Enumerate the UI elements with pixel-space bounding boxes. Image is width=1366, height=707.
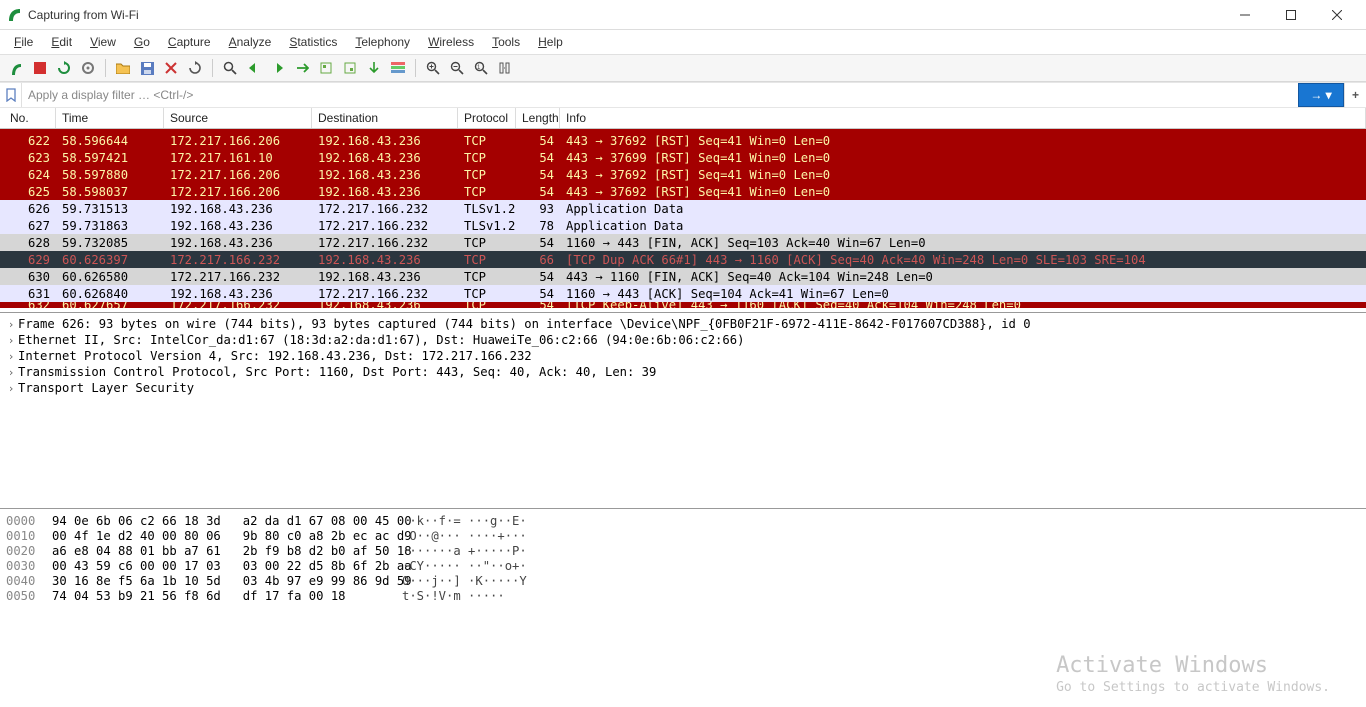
filter-bookmark-icon[interactable] <box>0 83 22 107</box>
packet-row[interactable]: 62960.626397172.217.166.232192.168.43.23… <box>0 251 1366 268</box>
hex-row[interactable]: 003000 43 59 c6 00 00 17 03 03 00 22 d5 … <box>6 559 1360 574</box>
packet-row-clip-bottom[interactable]: 63260.627657172.217.166.232192.168.43.23… <box>0 302 1366 308</box>
go-forward-icon[interactable] <box>268 58 288 78</box>
detail-row[interactable]: ›Internet Protocol Version 4, Src: 192.1… <box>0 348 1366 364</box>
filter-apply-button[interactable]: → ▾ <box>1298 83 1344 107</box>
menu-capture[interactable]: Capture <box>160 31 219 53</box>
restart-capture-icon[interactable] <box>54 58 74 78</box>
go-last-icon[interactable] <box>340 58 360 78</box>
maximize-button[interactable] <box>1268 0 1314 30</box>
menu-telephony[interactable]: Telephony <box>347 31 418 53</box>
packet-row[interactable]: 63160.626840192.168.43.236172.217.166.23… <box>0 285 1366 302</box>
save-file-icon[interactable] <box>137 58 157 78</box>
hex-row[interactable]: 000094 0e 6b 06 c2 66 18 3d a2 da d1 67 … <box>6 514 1360 529</box>
packet-row[interactable]: 62759.731863192.168.43.236172.217.166.23… <box>0 217 1366 234</box>
hex-row[interactable]: 004030 16 8e f5 6a 1b 10 5d 03 4b 97 e9 … <box>6 574 1360 589</box>
hex-row[interactable]: 0020a6 e8 04 88 01 bb a7 61 2b f9 b8 d2 … <box>6 544 1360 559</box>
reload-icon[interactable] <box>185 58 205 78</box>
resize-columns-icon[interactable] <box>495 58 515 78</box>
app-icon <box>6 7 22 23</box>
menu-view[interactable]: View <box>82 31 124 53</box>
detail-row[interactable]: ›Transport Layer Security <box>0 380 1366 396</box>
minimize-button[interactable] <box>1222 0 1268 30</box>
main-toolbar: 1 <box>0 54 1366 82</box>
detail-row[interactable]: ›Frame 626: 93 bytes on wire (744 bits),… <box>0 316 1366 332</box>
detail-row[interactable]: ›Ethernet II, Src: IntelCor_da:d1:67 (18… <box>0 332 1366 348</box>
display-filter-input[interactable] <box>22 83 1298 107</box>
col-proto[interactable]: Protocol <box>458 108 516 128</box>
col-dst[interactable]: Destination <box>312 108 458 128</box>
window-title: Capturing from Wi-Fi <box>28 8 1222 22</box>
close-button[interactable] <box>1314 0 1360 30</box>
expand-icon[interactable]: › <box>4 334 18 347</box>
packet-row[interactable]: 62558.598037172.217.166.206192.168.43.23… <box>0 183 1366 200</box>
zoom-in-icon[interactable] <box>423 58 443 78</box>
zoom-reset-icon[interactable]: 1 <box>471 58 491 78</box>
auto-scroll-icon[interactable] <box>364 58 384 78</box>
zoom-out-icon[interactable] <box>447 58 467 78</box>
menu-analyze[interactable]: Analyze <box>221 31 280 53</box>
go-back-icon[interactable] <box>244 58 264 78</box>
menu-wireless[interactable]: Wireless <box>420 31 482 53</box>
open-file-icon[interactable] <box>113 58 133 78</box>
expand-icon[interactable]: › <box>4 366 18 379</box>
find-icon[interactable] <box>220 58 240 78</box>
menu-help[interactable]: Help <box>530 31 571 53</box>
packet-row[interactable]: 62258.596644172.217.166.206192.168.43.23… <box>0 132 1366 149</box>
menu-statistics[interactable]: Statistics <box>281 31 345 53</box>
title-bar: Capturing from Wi-Fi <box>0 0 1366 30</box>
toolbar-separator <box>105 59 106 77</box>
packet-row[interactable]: 62659.731513192.168.43.236172.217.166.23… <box>0 200 1366 217</box>
packet-row[interactable]: 63060.626580172.217.166.232192.168.43.23… <box>0 268 1366 285</box>
go-to-packet-icon[interactable] <box>292 58 312 78</box>
packet-list[interactable]: 62258.596644172.217.166.206192.168.43.23… <box>0 129 1366 312</box>
go-first-icon[interactable] <box>316 58 336 78</box>
colorize-icon[interactable] <box>388 58 408 78</box>
menu-go[interactable]: Go <box>126 31 158 53</box>
packet-row[interactable]: 62859.732085192.168.43.236172.217.166.23… <box>0 234 1366 251</box>
start-capture-icon[interactable] <box>6 58 26 78</box>
hex-row[interactable]: 001000 4f 1e d2 40 00 80 06 9b 80 c0 a8 … <box>6 529 1360 544</box>
packet-details[interactable]: ›Frame 626: 93 bytes on wire (744 bits),… <box>0 314 1366 508</box>
stop-capture-icon[interactable] <box>30 58 50 78</box>
col-info[interactable]: Info <box>560 108 1366 128</box>
col-src[interactable]: Source <box>164 108 312 128</box>
filter-add-button[interactable]: + <box>1344 83 1366 107</box>
windows-activation-watermark: Activate Windows Go to Settings to activ… <box>1056 653 1330 695</box>
packet-list-header: No. Time Source Destination Protocol Len… <box>0 108 1366 129</box>
col-no[interactable]: No. <box>0 108 56 128</box>
hex-row[interactable]: 005074 04 53 b9 21 56 f8 6d df 17 fa 00 … <box>6 589 1360 604</box>
display-filter-bar: → ▾ + <box>0 82 1366 108</box>
expand-icon[interactable]: › <box>4 318 18 331</box>
menu-file[interactable]: File <box>6 31 41 53</box>
toolbar-separator <box>415 59 416 77</box>
close-file-icon[interactable] <box>161 58 181 78</box>
detail-row[interactable]: ›Transmission Control Protocol, Src Port… <box>0 364 1366 380</box>
col-time[interactable]: Time <box>56 108 164 128</box>
menu-bar: FileEditViewGoCaptureAnalyzeStatisticsTe… <box>0 30 1366 54</box>
capture-options-icon[interactable] <box>78 58 98 78</box>
packet-row[interactable]: 62358.597421172.217.161.10192.168.43.236… <box>0 149 1366 166</box>
toolbar-separator <box>212 59 213 77</box>
menu-tools[interactable]: Tools <box>484 31 528 53</box>
expand-icon[interactable]: › <box>4 382 18 395</box>
packet-row[interactable]: 62458.597880172.217.166.206192.168.43.23… <box>0 166 1366 183</box>
col-len[interactable]: Length <box>516 108 560 128</box>
expand-icon[interactable]: › <box>4 350 18 363</box>
packet-bytes[interactable]: 000094 0e 6b 06 c2 66 18 3d a2 da d1 67 … <box>0 510 1366 703</box>
menu-edit[interactable]: Edit <box>43 31 80 53</box>
